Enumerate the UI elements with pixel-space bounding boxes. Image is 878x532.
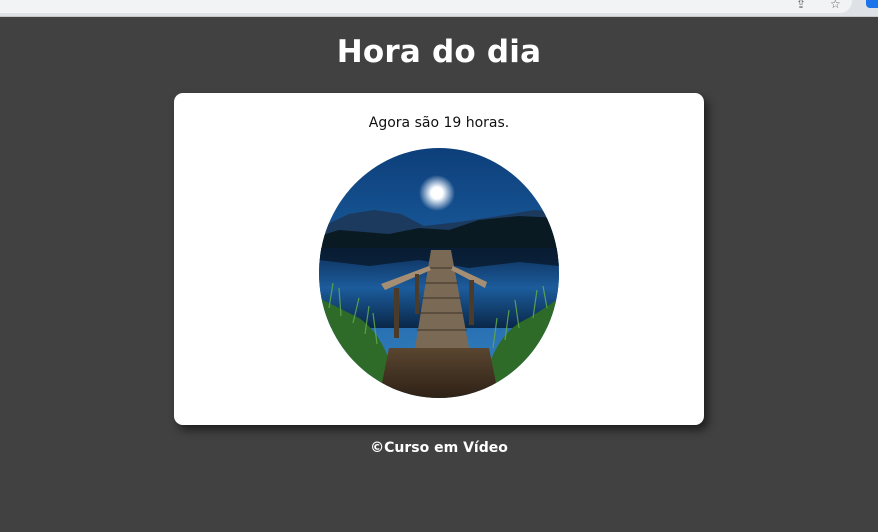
night-lake-pier-photo xyxy=(319,148,559,398)
address-bar[interactable] xyxy=(0,0,852,13)
time-card: Agora são 19 horas. xyxy=(174,93,704,425)
footer-credit: ©Curso em Vídeo xyxy=(370,440,508,456)
extension-icon[interactable] xyxy=(866,0,878,8)
share-icon[interactable]: ⇪ xyxy=(796,0,806,10)
browser-toolbar: ⇪ ☆ xyxy=(0,0,878,17)
page-title: Hora do dia xyxy=(336,34,542,70)
photo-art xyxy=(319,148,559,398)
time-message: Agora são 19 horas. xyxy=(368,115,510,131)
star-icon[interactable]: ☆ xyxy=(830,0,841,10)
